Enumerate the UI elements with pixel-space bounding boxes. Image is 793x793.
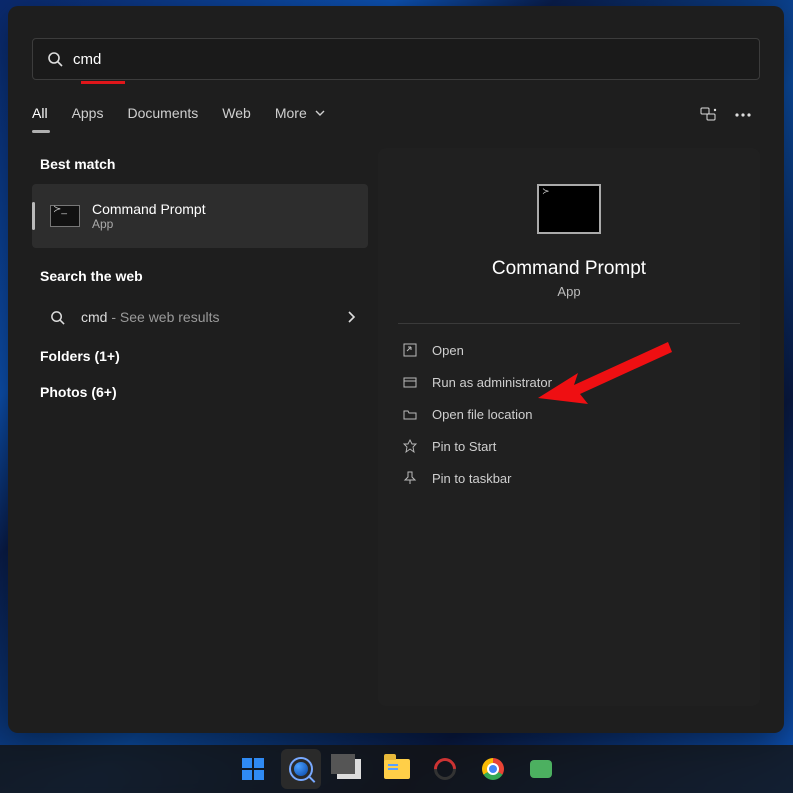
action-label: Open [432, 343, 464, 358]
search-icon [289, 757, 313, 781]
search-input[interactable] [63, 51, 745, 68]
result-subtitle: App [92, 217, 206, 231]
start-search-panel: All Apps Documents Web More Best match C… [8, 6, 784, 733]
folder-icon [384, 759, 410, 779]
taskbar-explorer-button[interactable] [377, 749, 417, 789]
category-folders[interactable]: Folders (1+) [32, 338, 368, 374]
open-icon [402, 343, 418, 357]
search-icon [47, 51, 63, 67]
search-web-label: Search the web [40, 268, 368, 284]
chevron-down-icon [315, 108, 325, 118]
web-result-row[interactable]: cmd - See web results [32, 296, 368, 338]
action-pin-to-taskbar[interactable]: Pin to taskbar [390, 462, 748, 494]
taskview-icon [337, 759, 361, 779]
admin-icon [402, 375, 418, 389]
action-label: Pin to Start [432, 439, 496, 454]
annotation-underline [81, 81, 125, 84]
tab-web[interactable]: Web [210, 101, 263, 129]
tab-all[interactable]: All [32, 101, 60, 129]
result-command-prompt[interactable]: Command Prompt App [32, 184, 368, 248]
taskbar-chat-button[interactable] [521, 749, 561, 789]
action-open-file-location[interactable]: Open file location [390, 398, 748, 430]
action-label: Pin to taskbar [432, 471, 512, 486]
search-options-icon[interactable] [692, 100, 726, 130]
result-title: Command Prompt [92, 201, 206, 217]
action-label: Run as administrator [432, 375, 552, 390]
loop-icon [429, 753, 460, 784]
search-bar[interactable] [32, 38, 760, 80]
tab-apps[interactable]: Apps [60, 101, 116, 129]
results-column: Best match Command Prompt App Search the… [8, 148, 368, 730]
chat-icon [530, 760, 552, 778]
taskbar [0, 745, 793, 793]
web-hint: - See web results [107, 309, 219, 325]
category-photos[interactable]: Photos (6+) [32, 374, 368, 410]
taskbar-app-button[interactable] [425, 749, 465, 789]
preview-title: Command Prompt [492, 258, 646, 280]
pin-icon [402, 471, 418, 485]
terminal-icon [537, 184, 601, 234]
pin-icon [402, 439, 418, 453]
windows-logo-icon [242, 758, 264, 780]
tab-more[interactable]: More [263, 101, 337, 129]
taskbar-chrome-button[interactable] [473, 749, 513, 789]
search-icon [50, 310, 65, 325]
tab-documents[interactable]: Documents [115, 101, 210, 129]
taskbar-taskview-button[interactable] [329, 749, 369, 789]
chevron-right-icon [346, 311, 356, 323]
taskbar-start-button[interactable] [233, 749, 273, 789]
action-pin-to-start[interactable]: Pin to Start [390, 430, 748, 462]
chrome-icon [482, 758, 504, 780]
search-tabs: All Apps Documents Web More [32, 100, 760, 130]
terminal-icon [50, 205, 80, 227]
best-match-label: Best match [40, 156, 368, 172]
action-label: Open file location [432, 407, 532, 422]
more-options-icon[interactable] [726, 100, 760, 130]
web-term: cmd [81, 309, 107, 325]
folder-icon [402, 407, 418, 421]
action-run-as-admin[interactable]: Run as administrator [390, 366, 748, 398]
preview-pane: Command Prompt App Open Run as administr… [378, 148, 760, 706]
preview-subtitle: App [557, 284, 580, 299]
divider [398, 323, 740, 324]
taskbar-search-button[interactable] [281, 749, 321, 789]
action-open[interactable]: Open [390, 334, 748, 366]
